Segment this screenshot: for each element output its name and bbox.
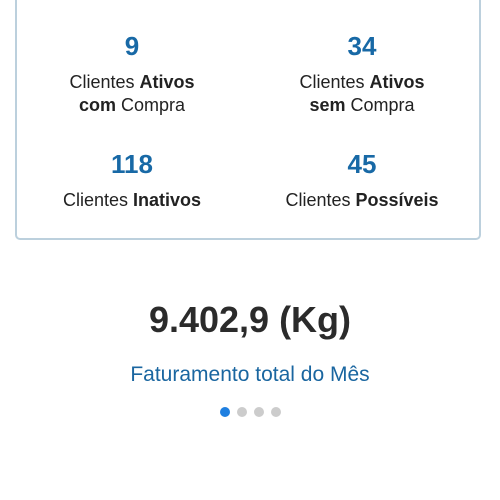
stat-inactive[interactable]: 118 Clientes Inativos — [17, 149, 247, 212]
label-text: Compra — [345, 95, 415, 115]
stat-label: Clientes Possíveis — [247, 189, 477, 212]
pager-dot[interactable] — [236, 407, 247, 417]
client-stats-card: 9 Clientes Ativos com Compra 34 Clientes … — [15, 0, 481, 240]
stat-value: 9 — [124, 31, 140, 61]
carousel-pager — [0, 407, 500, 417]
label-text: Clientes — [62, 190, 133, 210]
pager-dot[interactable] — [270, 407, 281, 417]
label-emphasis: Inativos — [133, 190, 202, 210]
stat-value: 118 — [111, 149, 153, 179]
stat-active-with-purchase[interactable]: 9 Clientes Ativos com Compra — [17, 31, 247, 117]
stat-value: 45 — [347, 149, 377, 179]
stat-active-without-purchase[interactable]: 34 Clientes Ativos sem Compra — [247, 31, 477, 117]
label-text: Clientes — [299, 72, 370, 92]
pager-dot-active[interactable] — [219, 407, 230, 417]
label-emphasis: Ativos — [369, 72, 425, 92]
stat-label: Clientes Ativos sem Compra — [247, 71, 477, 117]
stat-possible[interactable]: 45 Clientes Possíveis — [247, 149, 477, 212]
label-text: Clientes — [285, 190, 356, 210]
label-emphasis: com — [78, 95, 116, 115]
label-text: Compra — [115, 95, 186, 115]
label-emphasis: Possíveis — [355, 190, 439, 210]
pager-dot[interactable] — [253, 407, 264, 417]
label-emphasis: sem — [309, 95, 346, 115]
label-text: Clientes — [69, 72, 140, 92]
monthly-total-value: 9.402,9 (Kg) — [148, 299, 352, 340]
stat-value: 34 — [347, 31, 377, 61]
label-emphasis: Ativos — [139, 72, 195, 92]
stat-label: Clientes Inativos — [17, 189, 247, 212]
stat-label: Clientes Ativos com Compra — [17, 71, 247, 117]
monthly-total-caption: Faturamento total do Mês — [130, 363, 370, 386]
